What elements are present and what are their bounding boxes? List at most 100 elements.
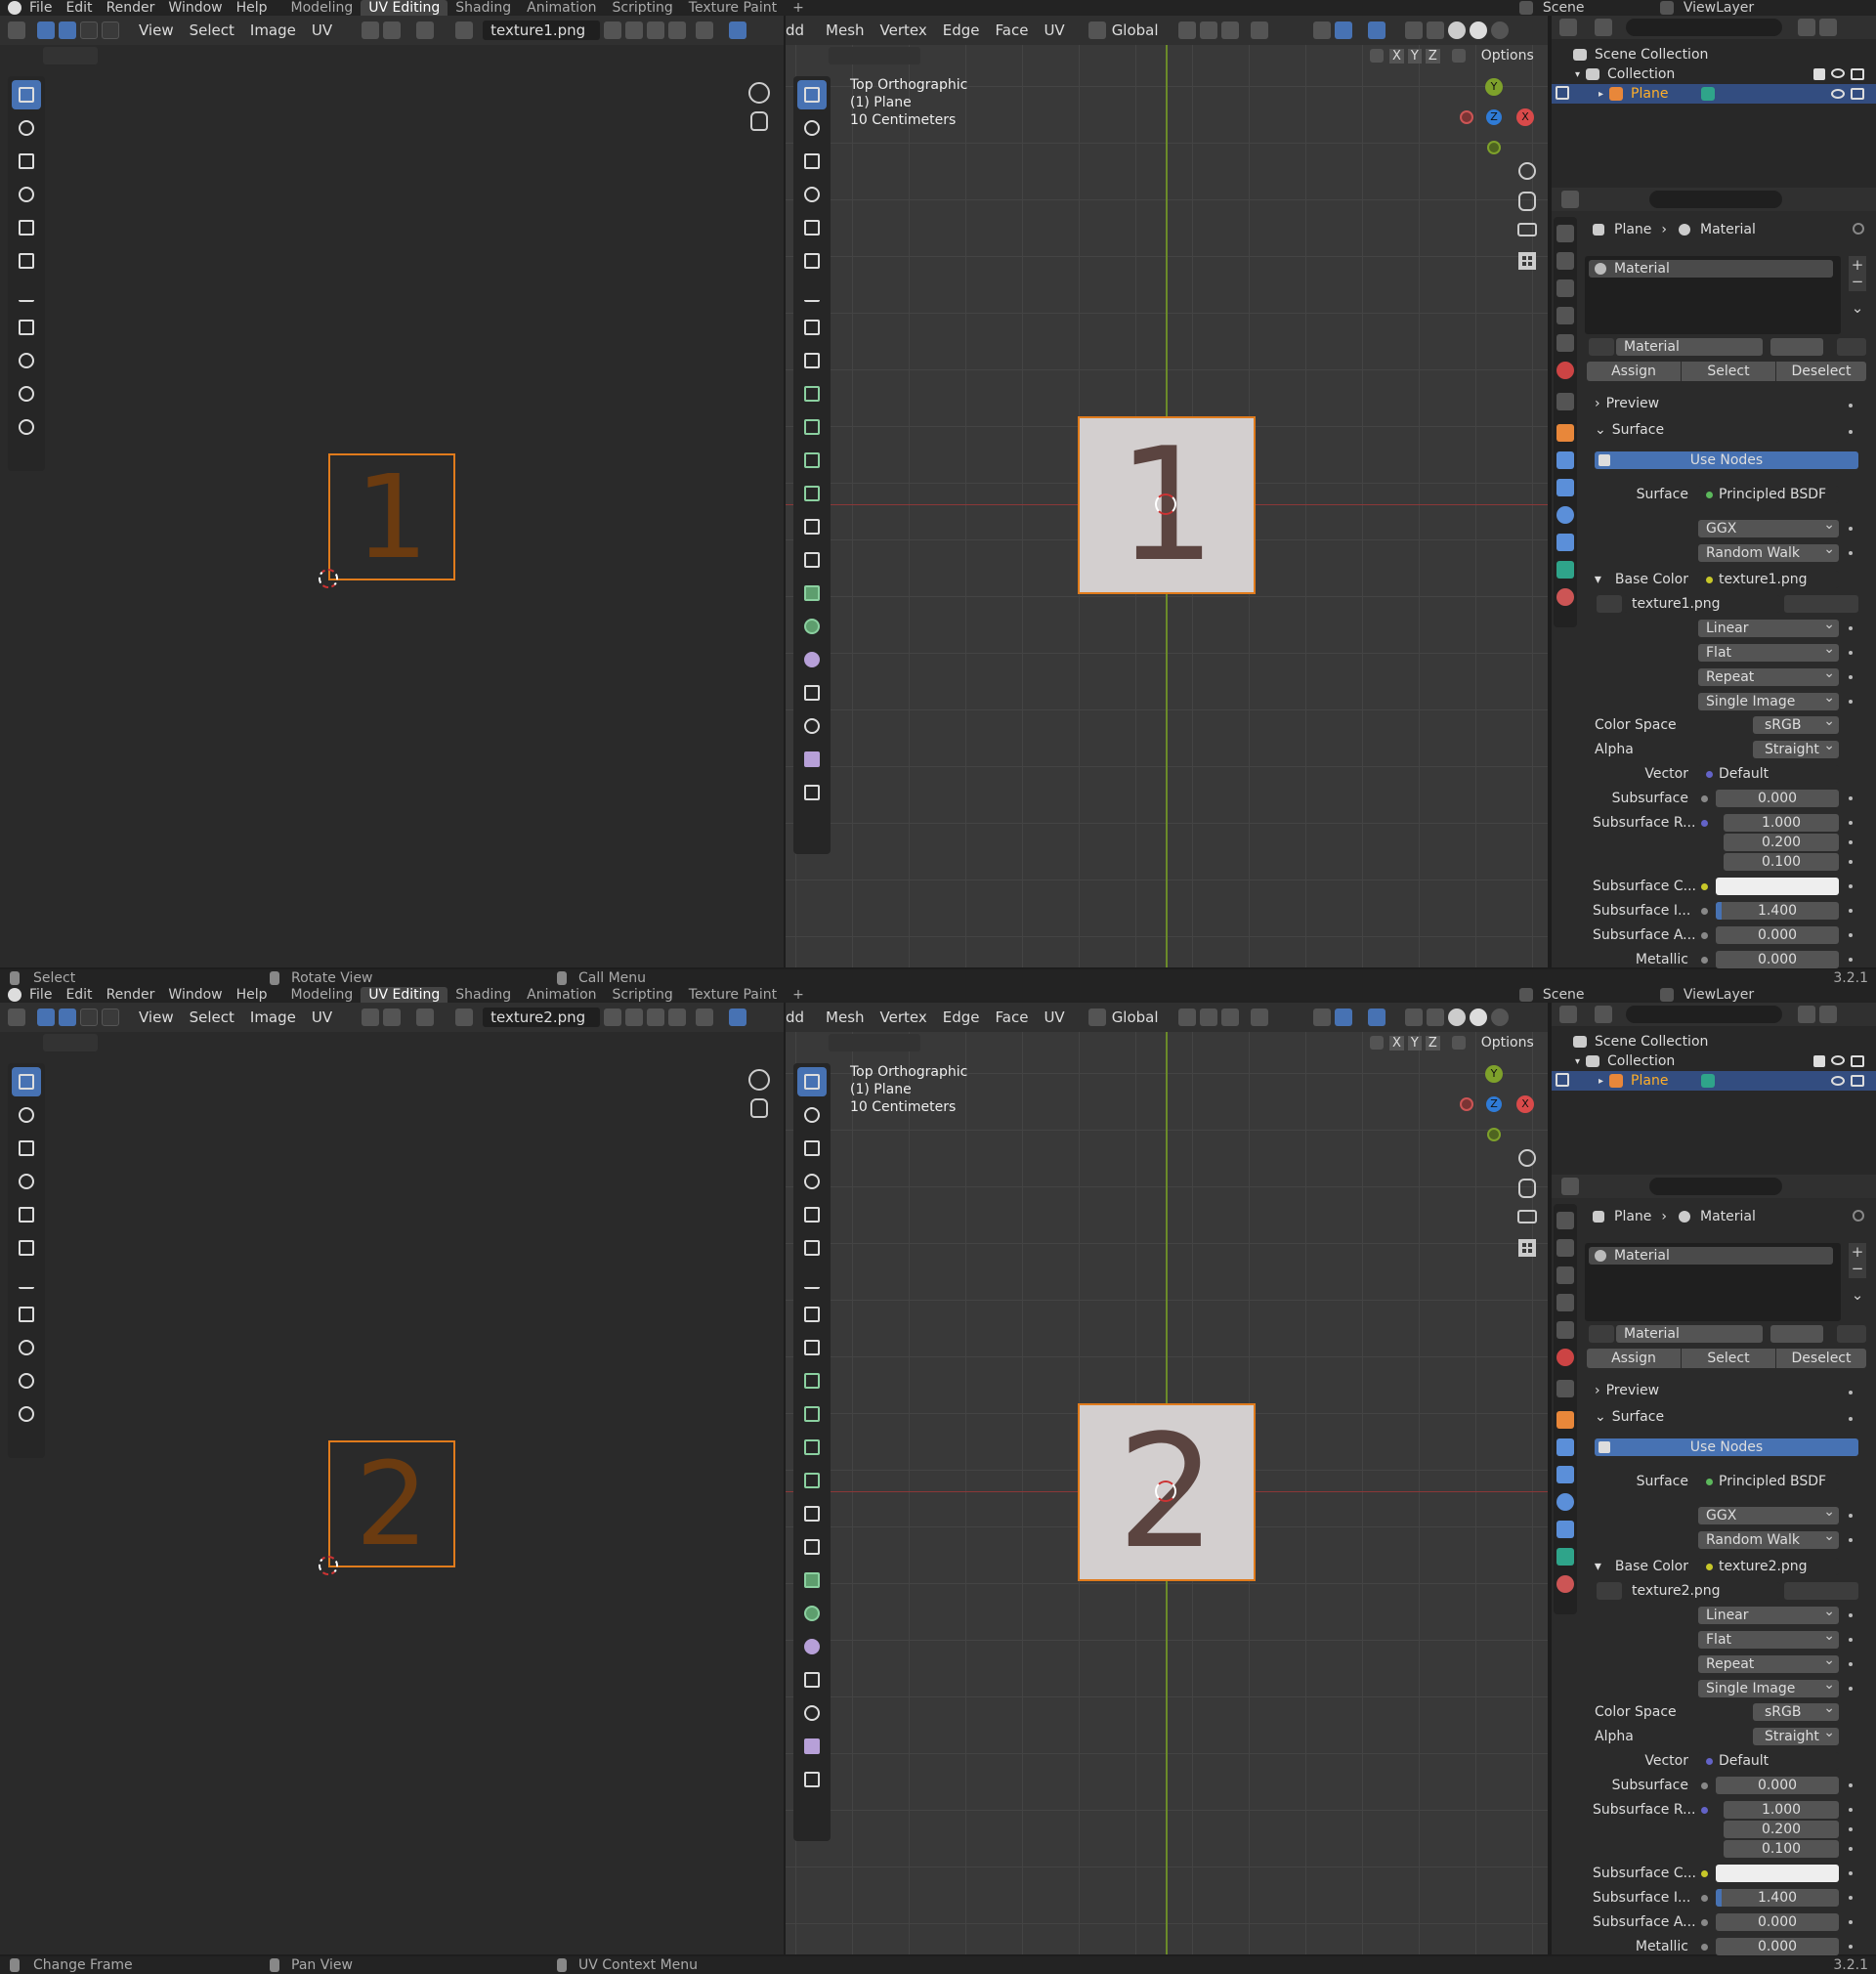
proportional-edit-icon[interactable] [1250, 21, 1268, 39]
data-tab-icon[interactable] [1556, 561, 1574, 579]
vp-scale-tool[interactable] [797, 213, 827, 242]
shear-tool[interactable] [797, 745, 827, 774]
assign-button[interactable]: Assign [1587, 362, 1681, 381]
snap-icon[interactable] [383, 1008, 402, 1026]
outliner-scene-collection[interactable]: Scene Collection [1571, 46, 1708, 64]
mirror-z-toggle[interactable]: Z [1425, 48, 1440, 64]
uv-face[interactable]: 1 [328, 453, 455, 580]
plane-eye-icon[interactable] [1831, 89, 1845, 99]
collection-checkbox-icon[interactable] [1813, 68, 1825, 80]
vp-rotate-tool[interactable] [797, 1167, 827, 1196]
projection-dropdown[interactable]: Flat [1698, 644, 1839, 662]
keyframe-dot-icon[interactable] [1849, 651, 1853, 655]
expand-icon[interactable]: ▸ [1599, 1076, 1603, 1087]
vp-transform-tool[interactable] [797, 1233, 827, 1263]
unlink-image-icon[interactable] [668, 1008, 687, 1026]
mirror-x-toggle[interactable]: X [1389, 48, 1404, 64]
vp-select-mode-icons[interactable] [829, 1034, 920, 1051]
plane-camera-icon[interactable] [1851, 1075, 1864, 1087]
keyframe-dot-icon[interactable] [1849, 933, 1853, 937]
extrude-region-tool[interactable] [797, 1399, 827, 1429]
panel-drag-icon[interactable] [1849, 404, 1853, 408]
snap-target-icon[interactable] [1220, 1008, 1239, 1026]
pin-icon[interactable] [696, 1008, 714, 1026]
solid-shading-icon[interactable] [1447, 21, 1466, 39]
material-fake-user-icon[interactable] [1770, 1325, 1823, 1343]
view-layer-name[interactable]: ViewLayer [1684, 987, 1754, 1003]
gizmo-toggle-icon[interactable] [1334, 21, 1352, 39]
keyframe-dot-icon[interactable] [1849, 700, 1853, 704]
mesh-data-icon[interactable] [1701, 87, 1716, 101]
extension-dropdown[interactable]: Repeat [1698, 668, 1839, 686]
image-datablock-field[interactable]: texture1.png [1624, 595, 1780, 613]
vp-menu-edge[interactable]: Edge [943, 21, 980, 39]
properties-search[interactable] [1649, 191, 1782, 208]
uv-face[interactable]: 2 [328, 1440, 455, 1567]
preview-panel-header[interactable]: › Preview [1595, 1382, 1659, 1399]
pivot-point-icon[interactable] [1177, 21, 1196, 39]
subsurface-color-swatch[interactable] [1716, 878, 1839, 895]
gizmo-neg-x-icon[interactable] [1460, 110, 1473, 124]
plane-camera-icon[interactable] [1851, 88, 1864, 100]
uv-menu-select[interactable]: Select [190, 1008, 234, 1026]
vp-menu-mesh[interactable]: Mesh [826, 21, 865, 39]
keyframe-dot-icon[interactable] [1849, 1687, 1853, 1691]
data-tab-icon[interactable] [1556, 1548, 1574, 1566]
display-mode-icon[interactable] [1595, 19, 1612, 36]
keyframe-dot-icon[interactable] [1849, 1662, 1853, 1666]
pivot-icon[interactable] [362, 21, 380, 39]
knife-tool[interactable] [797, 545, 827, 575]
snapping-icon[interactable] [1199, 1008, 1217, 1026]
menu-help[interactable]: Help [236, 987, 268, 1003]
poly-build-tool[interactable] [797, 1566, 827, 1595]
interpolation-dropdown[interactable]: Linear [1698, 1607, 1839, 1624]
snap-icon[interactable] [383, 21, 402, 39]
material-shading-icon[interactable] [1469, 1008, 1487, 1026]
shear-tool[interactable] [797, 1732, 827, 1761]
3d-cursor-icon[interactable] [1155, 1480, 1176, 1502]
knife-tool[interactable] [797, 1532, 827, 1562]
gizmo-neg-y-icon[interactable] [1487, 141, 1501, 154]
view-layer-name[interactable]: ViewLayer [1684, 0, 1754, 16]
outliner-type-icon[interactable] [1559, 1006, 1577, 1023]
proportional-icon[interactable] [416, 1008, 435, 1026]
vp-select-box-tool[interactable] [797, 1067, 827, 1096]
gizmo-y-axis-icon[interactable]: Y [1485, 1065, 1503, 1083]
edge-select-icon[interactable] [80, 1008, 98, 1026]
material-link-icon[interactable] [1837, 338, 1866, 356]
vp-zoom-icon[interactable] [1518, 162, 1536, 180]
vertex-select-icon[interactable] [59, 1008, 76, 1026]
material-fake-user-icon[interactable] [1770, 338, 1823, 356]
menu-help[interactable]: Help [236, 0, 268, 16]
edit-mode-icon[interactable] [1556, 86, 1569, 100]
subsurface-method-dropdown[interactable]: Random Walk [1698, 544, 1839, 562]
menu-window[interactable]: Window [168, 987, 222, 1003]
vp-menu-uv[interactable]: UV [1044, 1008, 1064, 1026]
auto-merge-icon[interactable] [1451, 1036, 1466, 1050]
blender-logo-icon[interactable] [8, 1, 21, 15]
keyframe-dot-icon[interactable] [1849, 1920, 1853, 1924]
assign-button[interactable]: Assign [1587, 1349, 1681, 1368]
pin-icon[interactable] [696, 21, 714, 39]
vp-camera-icon[interactable] [1517, 223, 1537, 236]
object-tab-icon[interactable] [1556, 424, 1574, 442]
select-button[interactable]: Select [1682, 1349, 1775, 1368]
overlay-toggle-icon[interactable] [1367, 21, 1386, 39]
tab-shading[interactable]: Shading [448, 0, 519, 16]
cursor-tool[interactable] [12, 113, 41, 143]
add-workspace-button[interactable]: + [785, 0, 812, 16]
menu-edit[interactable]: Edit [65, 987, 92, 1003]
smooth-tool[interactable] [797, 1632, 827, 1661]
gizmo-x-axis-icon[interactable]: X [1516, 1095, 1534, 1113]
tab-modeling[interactable]: Modeling [283, 987, 362, 1003]
snap-target-icon[interactable] [1220, 21, 1239, 39]
modifiers-tab-icon[interactable] [1556, 1438, 1574, 1456]
vp-transform-tool[interactable] [797, 246, 827, 276]
view-layer-tab-icon[interactable] [1556, 1294, 1574, 1311]
outliner-collection[interactable]: ▾ Collection [1575, 1052, 1675, 1070]
collection-tab-icon[interactable] [1556, 393, 1574, 410]
collapse-icon[interactable]: ▾ [1575, 1056, 1580, 1067]
vp-pan-icon[interactable] [1518, 192, 1536, 211]
bevel-tool[interactable] [797, 1466, 827, 1495]
tab-texture-paint[interactable]: Texture Paint [681, 0, 785, 16]
